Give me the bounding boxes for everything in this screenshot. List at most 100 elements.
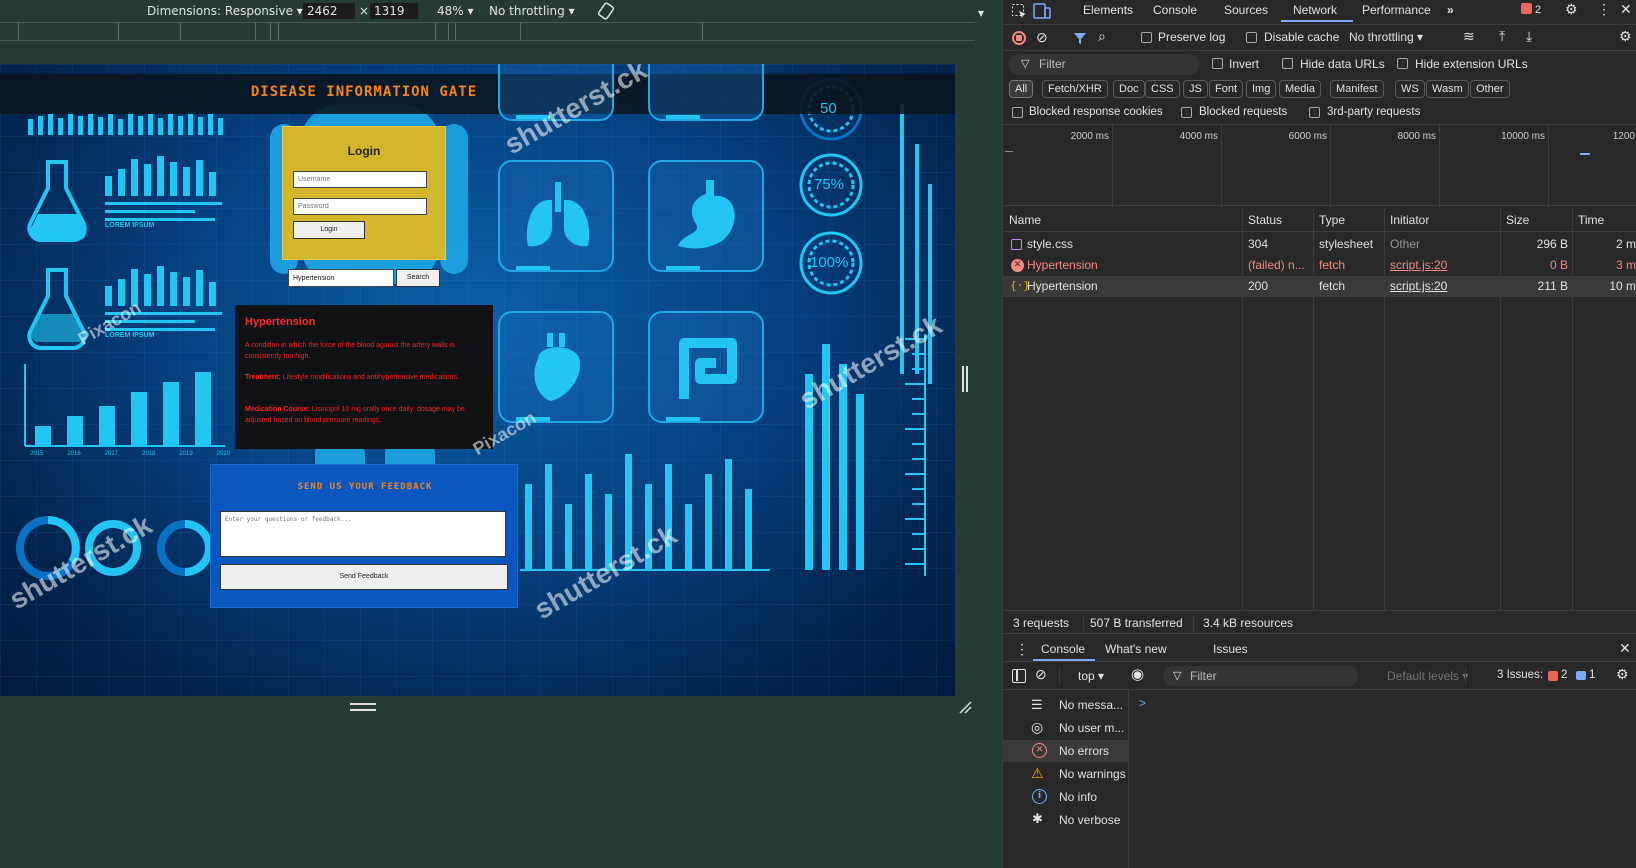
drawer-menu-icon[interactable]: ⋮ <box>1015 641 1029 658</box>
sidebar-item-user-messages[interactable]: ◎ No user m... <box>1003 717 1129 739</box>
viewport-height-handle[interactable] <box>350 703 376 711</box>
search-button[interactable]: Search <box>396 269 440 287</box>
blocked-cookies-checkbox[interactable] <box>1012 107 1023 118</box>
drawer-tab-console[interactable]: Console <box>1041 642 1085 656</box>
issues-summary-label[interactable]: 3 Issues: <box>1497 669 1543 681</box>
filter-chip-wasm[interactable]: Wasm <box>1426 80 1469 98</box>
year-label: 2017 <box>104 451 119 457</box>
height-input[interactable]: 1319 <box>370 3 418 19</box>
tab-console[interactable]: Console <box>1153 3 1197 17</box>
request-initiator-link[interactable]: script.js:20 <box>1390 258 1496 272</box>
issues-warning-icon[interactable] <box>1521 3 1532 14</box>
preserve-log-checkbox[interactable] <box>1141 32 1152 43</box>
tab-sources[interactable]: Sources <box>1224 3 1268 17</box>
more-tabs-icon[interactable]: » <box>1447 3 1454 17</box>
console-prompt[interactable]: > <box>1139 696 1146 710</box>
zoom-dropdown[interactable]: 48% ▾ <box>437 4 474 18</box>
console-filter-input[interactable]: ▽ Filter <box>1163 666 1358 686</box>
close-drawer-icon[interactable]: ✕ <box>1619 640 1631 657</box>
import-har-icon[interactable]: ⤒ <box>1499 28 1505 45</box>
sidebar-item-errors[interactable]: ✕ No errors <box>1003 740 1129 762</box>
request-row[interactable]: style.css 304 stylesheet Other 296 B 2 m <box>1003 234 1636 255</box>
column-header-initiator[interactable]: Initiator <box>1390 213 1429 227</box>
clear-console-icon[interactable]: ⊘ <box>1035 666 1047 683</box>
network-timeline-overview[interactable]: 2000 ms 4000 ms 6000 ms 8000 ms 10000 ms… <box>1003 124 1636 207</box>
resize-corner-icon[interactable] <box>958 700 972 714</box>
filter-chip-font[interactable]: Font <box>1209 80 1244 98</box>
filter-chip-doc[interactable]: Doc <box>1113 80 1145 98</box>
issues-count[interactable]: 2 <box>1535 4 1541 16</box>
clear-icon[interactable]: ⊘ <box>1036 29 1048 46</box>
drawer-tab-whats-new[interactable]: What's new <box>1105 642 1167 656</box>
network-filter-input[interactable]: ▽ Filter <box>1009 54 1199 75</box>
filter-funnel-icon[interactable] <box>1073 31 1087 45</box>
hide-extension-urls-checkbox[interactable] <box>1397 58 1408 69</box>
column-header-time[interactable]: Time <box>1578 213 1604 227</box>
column-header-status[interactable]: Status <box>1248 213 1282 227</box>
disable-cache-label: Disable cache <box>1264 30 1340 44</box>
search-icon[interactable]: ⌕ <box>1098 28 1106 45</box>
sidebar-item-info[interactable]: i No info <box>1003 786 1129 808</box>
send-feedback-button[interactable]: Send Feedback <box>220 564 508 590</box>
sidebar-item-messages[interactable]: ☰ No messa... <box>1003 694 1129 716</box>
record-icon[interactable] <box>1012 31 1026 45</box>
width-input[interactable]: 2462 <box>303 3 355 19</box>
filter-chip-media[interactable]: Media <box>1279 80 1321 98</box>
media-query-ruler[interactable] <box>0 22 975 41</box>
login-button[interactable]: Login <box>293 221 365 239</box>
filter-chip-css[interactable]: CSS <box>1145 80 1180 98</box>
dimensions-dropdown[interactable]: Dimensions: Responsive ▾ <box>147 4 303 18</box>
network-throttling-dropdown[interactable]: No throttling ▾ <box>1349 30 1423 44</box>
device-toolbar-icon[interactable] <box>1033 3 1051 19</box>
viewport-width-handle[interactable] <box>962 366 968 392</box>
filter-chip-ws[interactable]: WS <box>1395 80 1425 98</box>
list-icon: ☰ <box>1031 697 1043 712</box>
column-header-type[interactable]: Type <box>1319 213 1345 227</box>
console-settings-gear-icon[interactable]: ⚙ <box>1616 666 1629 683</box>
context-dropdown[interactable]: top ▾ <box>1078 669 1104 683</box>
filter-chip-manifest[interactable]: Manifest <box>1330 80 1384 98</box>
timeline-tick-label: 4000 ms <box>1179 131 1218 142</box>
tab-performance[interactable]: Performance <box>1362 3 1431 17</box>
filter-chip-js[interactable]: JS <box>1183 80 1208 98</box>
disease-info-card: Hypertension A condition in which the fo… <box>235 305 493 449</box>
more-options-arrow-icon[interactable]: ▾ <box>978 6 984 20</box>
live-expression-eye-icon[interactable]: ◉ <box>1131 665 1144 683</box>
settings-gear-icon[interactable]: ⚙ <box>1565 1 1578 18</box>
rotate-icon[interactable] <box>597 2 615 20</box>
filter-chip-fetch-xhr[interactable]: Fetch/XHR <box>1042 80 1108 98</box>
throttling-dropdown[interactable]: No throttling ▾ <box>489 4 575 18</box>
filter-chip-other[interactable]: Other <box>1470 80 1510 98</box>
page-viewport: DISEASE INFORMATION GATE LOREM IPSUM LOR… <box>0 64 955 696</box>
column-header-size[interactable]: Size <box>1506 213 1529 227</box>
drawer-tab-issues[interactable]: Issues <box>1213 642 1248 656</box>
request-row[interactable]: ✕ Hypertension (failed) n... fetch scrip… <box>1003 255 1636 276</box>
blocked-requests-checkbox[interactable] <box>1181 107 1192 118</box>
sidebar-item-verbose[interactable]: ✱ No verbose <box>1003 809 1129 831</box>
sidebar-item-warnings[interactable]: ⚠ No warnings <box>1003 763 1129 785</box>
disable-cache-checkbox[interactable] <box>1246 32 1257 43</box>
tab-elements[interactable]: Elements <box>1083 3 1133 17</box>
password-input[interactable] <box>293 198 427 215</box>
export-har-icon[interactable]: ⤓ <box>1526 28 1532 45</box>
close-devtools-icon[interactable]: ✕ <box>1620 1 1632 18</box>
inspect-element-icon[interactable] <box>1011 3 1027 19</box>
filter-chip-all[interactable]: All <box>1009 80 1034 98</box>
device-toolbar: Dimensions: Responsive ▾ 2462 × 1319 48%… <box>0 0 1002 22</box>
sidebar-toggle-icon[interactable] <box>1012 669 1026 683</box>
network-conditions-icon[interactable]: ≋ <box>1463 28 1475 45</box>
kebab-menu-icon[interactable]: ⋮ <box>1597 1 1611 18</box>
feedback-textarea[interactable] <box>220 511 506 557</box>
third-party-checkbox[interactable] <box>1309 107 1320 118</box>
network-settings-gear-icon[interactable]: ⚙ <box>1619 28 1632 45</box>
hide-data-urls-checkbox[interactable] <box>1282 58 1293 69</box>
search-input[interactable] <box>288 269 394 287</box>
request-row[interactable]: {·} Hypertension 200 fetch script.js:20 … <box>1003 276 1636 297</box>
invert-checkbox[interactable] <box>1212 58 1223 69</box>
request-initiator-link[interactable]: script.js:20 <box>1390 279 1496 293</box>
username-input[interactable] <box>293 171 427 188</box>
column-header-name[interactable]: Name <box>1009 213 1041 227</box>
filter-chip-img[interactable]: Img <box>1246 80 1277 98</box>
log-levels-dropdown[interactable]: Default levels ▾ <box>1387 669 1468 683</box>
tab-network[interactable]: Network <box>1293 3 1337 17</box>
